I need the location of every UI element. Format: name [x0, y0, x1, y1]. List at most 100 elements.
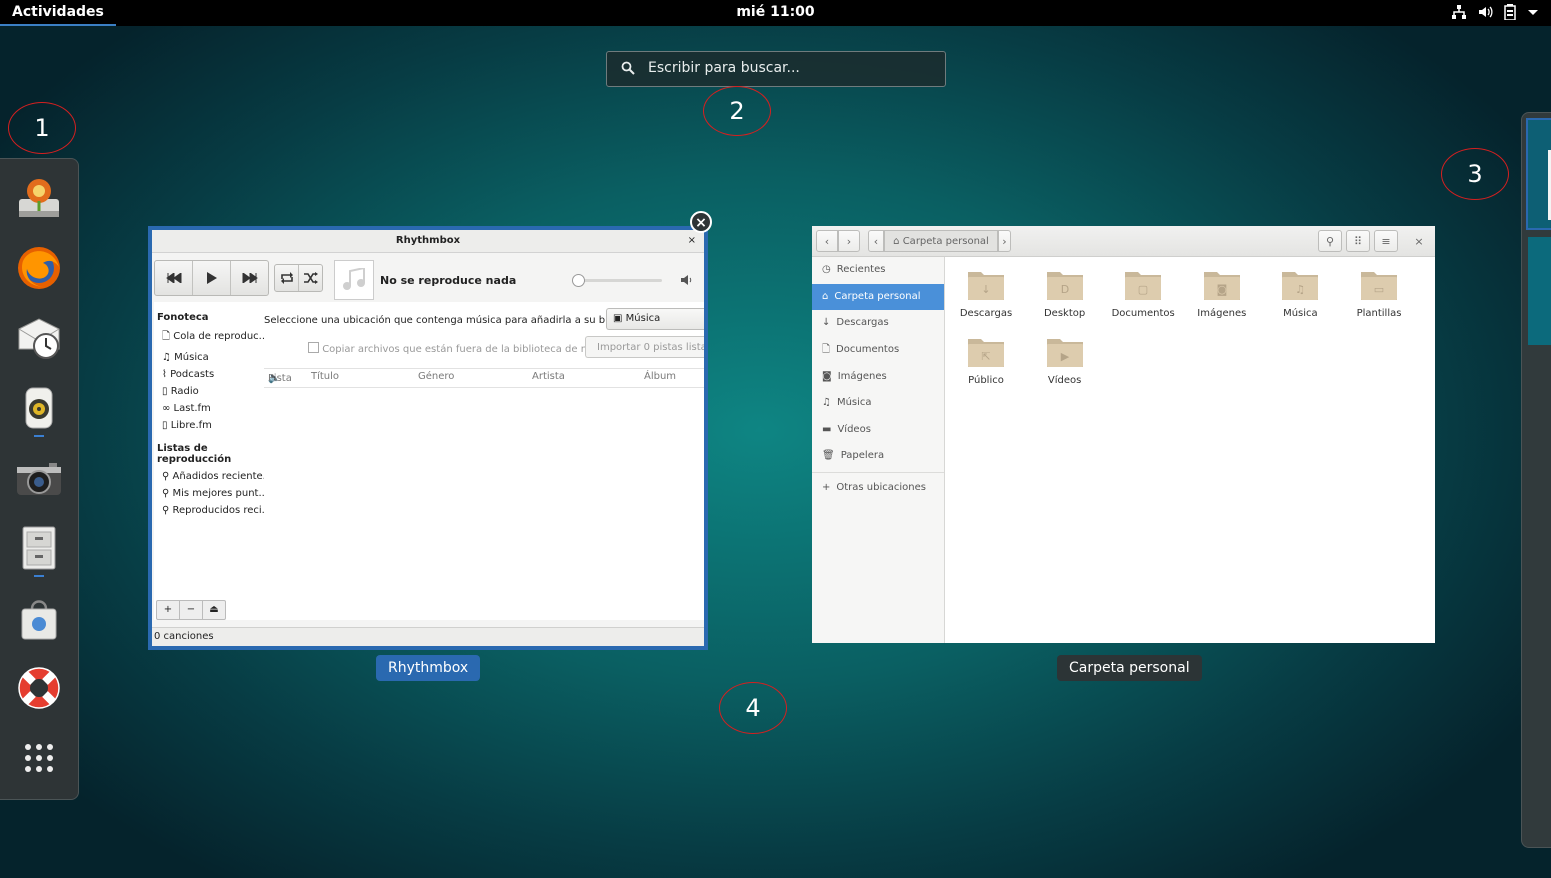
- sidebar-item-lastfm[interactable]: ∞ Last.fm: [154, 397, 264, 414]
- battery-icon: [1503, 4, 1517, 20]
- shuffle-icon[interactable]: [299, 265, 322, 291]
- close-icon[interactable]: ×: [688, 230, 696, 252]
- chevron-down-icon: [1527, 4, 1539, 20]
- location-select[interactable]: ▣ Música: [606, 308, 704, 330]
- sidebar-item-music[interactable]: ♫ Música: [812, 390, 944, 417]
- sidebar-divider: [812, 471, 944, 473]
- path-left-icon[interactable]: ‹: [868, 230, 884, 252]
- status-bar: 0 canciones: [152, 627, 704, 646]
- add-icon[interactable]: +: [157, 601, 180, 619]
- files-cabinet-icon[interactable]: [13, 523, 65, 573]
- folder-item[interactable]: ◙ Imágenes: [1183, 266, 1261, 319]
- clock-icon: ◷: [822, 264, 831, 276]
- volume-button-icon[interactable]: [680, 274, 694, 289]
- workspace-thumbnail-2[interactable]: [1528, 237, 1551, 345]
- sidebar-item-music[interactable]: ♫ Música: [154, 346, 264, 363]
- firefox-icon[interactable]: [13, 243, 65, 293]
- help-lifebuoy-icon[interactable]: [13, 663, 65, 713]
- software-bag-icon[interactable]: [13, 595, 65, 645]
- copy-files-checkbox[interactable]: Copiar archivos que están fuera de la bi…: [308, 342, 616, 355]
- view-grid-icon[interactable]: ⠿: [1346, 230, 1370, 252]
- workspace-switcher[interactable]: [1521, 112, 1551, 848]
- sidebar-item-podcasts[interactable]: ⌇ Podcasts: [154, 363, 264, 380]
- plus-icon: +: [822, 482, 831, 494]
- system-tray[interactable]: [1451, 4, 1539, 20]
- folder-item[interactable]: D Desktop: [1026, 266, 1104, 319]
- sidebar-item-documents[interactable]: 🗋 Documentos: [812, 337, 944, 364]
- sidebar-item-radio[interactable]: ▯ Radio: [154, 380, 264, 397]
- column-artist[interactable]: Artista: [532, 371, 565, 382]
- cheese-camera-icon[interactable]: [13, 455, 65, 505]
- folder-icon: ▣: [613, 313, 623, 324]
- radio-icon: ▯: [162, 420, 168, 431]
- workspace-thumbnail-1[interactable]: [1526, 118, 1551, 230]
- folder-item[interactable]: ▭ Plantillas: [1340, 266, 1418, 319]
- annotation-1: 1: [8, 102, 76, 154]
- folder-item[interactable]: ↓ Descargas: [947, 266, 1025, 319]
- folder-item[interactable]: ⇱ Público: [947, 333, 1025, 386]
- evolution-mail-icon[interactable]: [13, 313, 65, 363]
- sidebar-item-downloads[interactable]: ↓ Descargas: [812, 310, 944, 337]
- svg-text:▭: ▭: [1374, 283, 1384, 296]
- column-genre[interactable]: Género: [418, 371, 454, 382]
- playlist-item[interactable]: ⚲ Añadidos reciente...: [154, 465, 264, 482]
- column-title[interactable]: Título: [311, 371, 339, 382]
- playlist-item[interactable]: ⚲ Mis mejores punt...: [154, 482, 264, 499]
- eject-icon[interactable]: ⏏: [203, 601, 225, 619]
- seek-handle[interactable]: [572, 274, 585, 287]
- next-icon[interactable]: [231, 261, 268, 295]
- files-window[interactable]: ‹ › ‹ ⌂ Carpeta personal › ⚲ ⠿ ≡ × ◷ Reci…: [812, 226, 1435, 643]
- sidebar-item-label: Vídeos: [837, 423, 871, 435]
- seek-slider[interactable]: [572, 274, 662, 287]
- folder-item[interactable]: ▢ Documentos: [1104, 266, 1182, 319]
- path-home-button[interactable]: ⌂ Carpeta personal: [884, 230, 998, 252]
- software-center-icon[interactable]: [13, 173, 65, 223]
- rhythmbox-window[interactable]: Rhythmbox × No se reproduce nada Fonoteca…: [148, 226, 708, 650]
- sidebar-item-pictures[interactable]: ◙ Imágenes: [812, 363, 944, 390]
- sidebar-item-label: Cola de reproduc...: [173, 331, 264, 342]
- sidebar-item-recent[interactable]: ◷ Recientes: [812, 257, 944, 284]
- sidebar-item-videos[interactable]: ▬ Vídeos: [812, 417, 944, 444]
- folder-label: Plantillas: [1356, 308, 1402, 319]
- previous-icon[interactable]: [155, 261, 193, 295]
- sidebar-item-queue[interactable]: 🗋 Cola de reproduc...: [154, 323, 264, 346]
- library-header: Fonoteca: [157, 312, 209, 323]
- sidebar-item-librefm[interactable]: ▯ Libre.fm: [154, 414, 264, 431]
- folder-item[interactable]: ▶ Vídeos: [1026, 333, 1104, 386]
- back-icon[interactable]: ‹: [816, 230, 838, 252]
- playlist-label: Mis mejores punt...: [172, 488, 264, 499]
- playlists-header: Listas de reproducción: [157, 443, 232, 465]
- sidebar-item-label: Libre.fm: [170, 420, 212, 431]
- activities-button[interactable]: Actividades: [0, 0, 116, 26]
- menu-icon[interactable]: ≡: [1374, 230, 1398, 252]
- sidebar-item-other-locations[interactable]: + Otras ubicaciones: [812, 475, 944, 502]
- playlist-item[interactable]: ⚲ Reproducidos reci...: [154, 499, 264, 516]
- checkbox-box[interactable]: [308, 342, 319, 353]
- forward-icon[interactable]: ›: [838, 230, 860, 252]
- network-icon: [1451, 4, 1467, 20]
- clock[interactable]: mié 11:00: [736, 4, 814, 20]
- sidebar-item-home[interactable]: ⌂ Carpeta personal: [812, 283, 944, 311]
- mode-controls: [274, 264, 323, 292]
- remove-icon[interactable]: −: [180, 601, 203, 619]
- path-right-icon[interactable]: ›: [998, 230, 1011, 252]
- close-icon[interactable]: ×: [1408, 230, 1430, 252]
- window-label-rhythmbox[interactable]: Rhythmbox: [376, 655, 481, 681]
- play-icon[interactable]: [193, 261, 231, 295]
- close-window-button[interactable]: ×: [690, 211, 712, 233]
- sidebar-item-trash[interactable]: 🗑 Papelera: [812, 443, 944, 470]
- window-label-files[interactable]: Carpeta personal: [1057, 655, 1202, 681]
- folder-icon: ▶: [1026, 333, 1104, 369]
- rhythmbox-icon[interactable]: [13, 385, 65, 435]
- folder-item[interactable]: ♫ Música: [1261, 266, 1339, 319]
- rhythmbox-content: Seleccione una ubicación que contenga mú…: [264, 302, 704, 620]
- import-button-label: Importar 0 pistas listadas: [597, 342, 704, 353]
- column-album[interactable]: Álbum: [644, 371, 676, 382]
- sidebar-item-label: Música: [836, 397, 872, 409]
- sidebar-item-label: Imágenes: [837, 370, 887, 382]
- import-button[interactable]: Importar 0 pistas listadas: [585, 336, 704, 358]
- show-apps-grid-icon[interactable]: [13, 733, 65, 783]
- search-input[interactable]: Escribir para buscar...: [606, 51, 946, 87]
- search-icon[interactable]: ⚲: [1318, 230, 1342, 252]
- repeat-icon[interactable]: [275, 265, 299, 291]
